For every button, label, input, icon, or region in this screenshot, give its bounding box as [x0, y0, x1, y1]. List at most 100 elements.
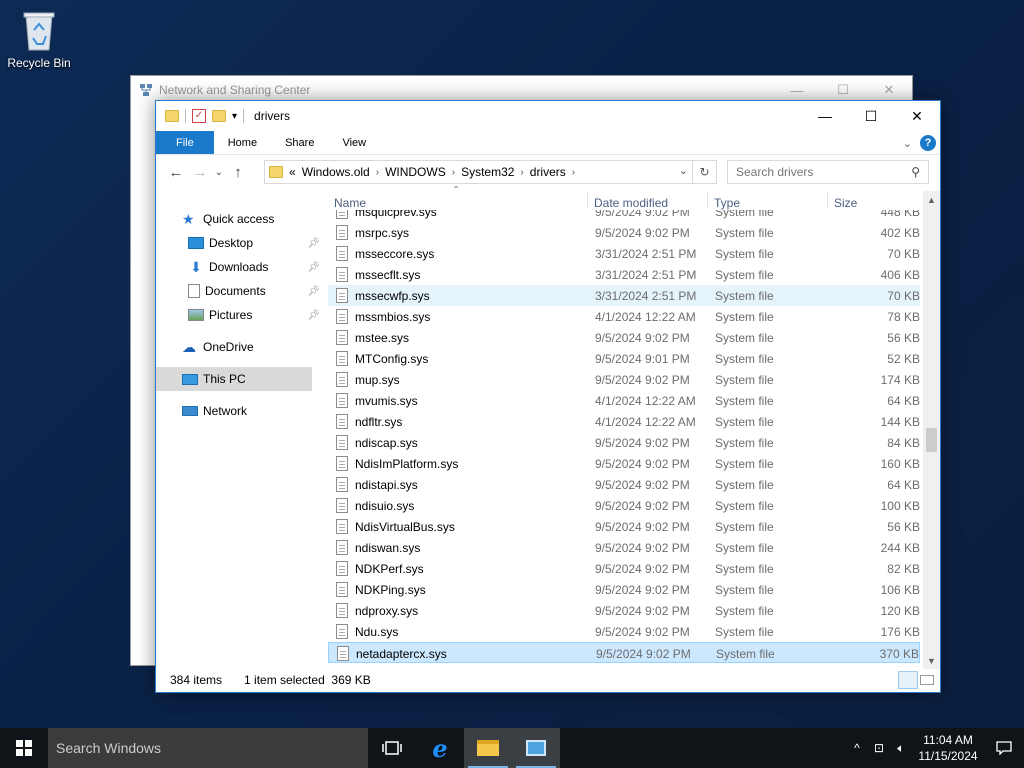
- network-status-icon[interactable]: ⊡: [868, 741, 890, 755]
- chevron-right-icon[interactable]: ›: [452, 167, 455, 178]
- table-row[interactable]: ndisuio.sys 9/5/2024 9:02 PM System file 10…: [328, 495, 920, 516]
- taskbar-search-input[interactable]: Search Windows: [48, 728, 368, 768]
- recent-locations-icon[interactable]: ⌄: [212, 167, 226, 178]
- up-arrow-icon[interactable]: ↑: [226, 164, 250, 181]
- help-icon[interactable]: ?: [920, 135, 936, 151]
- new-folder-icon[interactable]: [212, 110, 226, 122]
- titlebar[interactable]: ✓ ▾ drivers — ☐ ✕: [156, 101, 940, 131]
- scroll-up-icon[interactable]: ▲: [923, 191, 940, 208]
- table-row[interactable]: ndproxy.sys 9/5/2024 9:02 PM System file 12…: [328, 600, 920, 621]
- large-icons-view-icon[interactable]: [920, 675, 934, 685]
- volume-muted-icon[interactable]: 🔈︎: [890, 741, 912, 756]
- desktop-icon: [188, 237, 204, 249]
- table-row[interactable]: ndiscap.sys 9/5/2024 9:02 PM System file 84…: [328, 432, 920, 453]
- system-file-icon: [336, 393, 348, 408]
- column-date-modified[interactable]: Date modified: [594, 196, 668, 210]
- expand-ribbon-icon[interactable]: ⌄: [903, 137, 912, 150]
- refresh-icon[interactable]: ↻: [692, 161, 716, 183]
- tab-file[interactable]: File: [156, 131, 214, 154]
- control-panel-icon: [526, 740, 546, 756]
- table-row[interactable]: ndiswan.sys 9/5/2024 9:02 PM System file 24…: [328, 537, 920, 558]
- chevron-right-icon[interactable]: ›: [572, 167, 575, 178]
- task-view-button[interactable]: [368, 728, 416, 768]
- details-view-icon[interactable]: [898, 671, 918, 689]
- explorer-window[interactable]: ✓ ▾ drivers — ☐ ✕ File Home Share View ⌄…: [155, 100, 941, 693]
- file-name: NDKPerf.sys: [355, 562, 424, 576]
- file-size: 160 KB: [880, 457, 920, 471]
- table-row[interactable]: ndfltr.sys 4/1/2024 12:22 AM System file 14…: [328, 411, 920, 432]
- pin-icon[interactable]: 📌︎: [307, 238, 320, 249]
- nav-pictures[interactable]: Pictures 📌︎: [156, 303, 324, 327]
- table-row[interactable]: msquicprev.sys 9/5/2024 9:02 PM System fil…: [328, 210, 920, 222]
- nav-quick-access[interactable]: ★ Quick access: [156, 207, 324, 231]
- table-row[interactable]: NdisVirtualBus.sys 9/5/2024 9:02 PM System…: [328, 516, 920, 537]
- table-row[interactable]: MTConfig.sys 9/5/2024 9:01 PM System file 5…: [328, 348, 920, 369]
- nav-label: Downloads: [209, 260, 269, 274]
- table-row[interactable]: mssmbios.sys 4/1/2024 12:22 AM System file…: [328, 306, 920, 327]
- address-dropdown-icon[interactable]: ⌄: [679, 164, 688, 177]
- file-explorer-button[interactable]: [464, 728, 512, 768]
- file-size: 106 KB: [880, 583, 920, 597]
- table-row[interactable]: msseccore.sys 3/31/2024 2:51 PM System fil…: [328, 243, 920, 264]
- chevron-right-icon[interactable]: ›: [376, 167, 379, 178]
- forward-arrow-icon[interactable]: →: [188, 164, 212, 181]
- chevron-up-icon[interactable]: ^: [846, 741, 868, 755]
- table-row[interactable]: mup.sys 9/5/2024 9:02 PM System file 174 KB: [328, 369, 920, 390]
- chevron-right-icon[interactable]: ›: [520, 167, 523, 178]
- table-row[interactable]: mstee.sys 9/5/2024 9:02 PM System file 56 K…: [328, 327, 920, 348]
- file-size: 70 KB: [887, 289, 920, 303]
- action-center-button[interactable]: [984, 741, 1024, 755]
- column-name[interactable]: Name: [334, 196, 366, 210]
- breadcrumb-system32[interactable]: System32: [461, 165, 514, 179]
- document-icon: [188, 284, 200, 298]
- properties-icon[interactable]: ✓: [192, 109, 206, 123]
- file-type: System file: [715, 583, 774, 597]
- scroll-down-icon[interactable]: ▼: [923, 652, 940, 669]
- customize-qat-icon[interactable]: ▾: [232, 111, 237, 122]
- nav-documents[interactable]: Documents 📌︎: [156, 279, 324, 303]
- breadcrumb-windows-old[interactable]: Windows.old: [302, 165, 370, 179]
- file-type: System file: [715, 268, 774, 282]
- table-row[interactable]: Ndu.sys 9/5/2024 9:02 PM System file 176 KB: [328, 621, 920, 642]
- tab-share[interactable]: Share: [271, 131, 328, 154]
- tab-view[interactable]: View: [328, 131, 380, 154]
- nav-downloads[interactable]: ⬇ Downloads 📌︎: [156, 255, 324, 279]
- breadcrumb-drivers[interactable]: drivers: [530, 165, 566, 179]
- table-row[interactable]: mssecflt.sys 3/31/2024 2:51 PM System file…: [328, 264, 920, 285]
- column-type[interactable]: Type: [714, 196, 740, 210]
- tab-home[interactable]: Home: [214, 131, 271, 154]
- close-button[interactable]: ✕: [894, 101, 940, 131]
- nav-this-pc[interactable]: This PC: [156, 367, 312, 391]
- breadcrumb-windows[interactable]: WINDOWS: [385, 165, 446, 179]
- breadcrumb[interactable]: « Windows.old › WINDOWS › System32 › dri…: [264, 160, 717, 184]
- scroll-thumb[interactable]: [926, 428, 937, 452]
- table-row[interactable]: ndistapi.sys 9/5/2024 9:02 PM System file 6…: [328, 474, 920, 495]
- table-row[interactable]: msrpc.sys 9/5/2024 9:02 PM System file 402 …: [328, 222, 920, 243]
- clock[interactable]: 11:04 AM 11/15/2024: [912, 732, 984, 764]
- nav-network[interactable]: Network: [156, 399, 324, 423]
- start-button[interactable]: [0, 728, 48, 768]
- vertical-scrollbar[interactable]: ▲ ▼: [923, 191, 940, 669]
- table-row[interactable]: mvumis.sys 4/1/2024 12:22 AM System file 64…: [328, 390, 920, 411]
- control-panel-button[interactable]: [512, 728, 560, 768]
- table-row[interactable]: NdisImPlatform.sys 9/5/2024 9:02 PM System…: [328, 453, 920, 474]
- taskbar: Search Windows e ^ ⊡ 🔈︎ 11:04 AM 11/15/2…: [0, 728, 1024, 768]
- nav-onedrive[interactable]: ☁ OneDrive: [156, 335, 324, 359]
- minimize-button[interactable]: —: [802, 101, 848, 131]
- clock-date: 11/15/2024: [918, 749, 978, 763]
- back-arrow-icon[interactable]: ←: [164, 164, 188, 181]
- pin-icon[interactable]: 📌︎: [307, 262, 320, 273]
- edge-button[interactable]: e: [416, 728, 464, 768]
- pin-icon[interactable]: 📌︎: [307, 310, 320, 321]
- table-row[interactable]: netadaptercx.sys 9/5/2024 9:02 PM System f…: [328, 642, 920, 663]
- column-size[interactable]: Size: [834, 196, 857, 210]
- search-input[interactable]: Search drivers ⚲: [727, 160, 929, 184]
- recycle-bin-shortcut[interactable]: Recycle Bin: [4, 6, 74, 70]
- nav-desktop[interactable]: Desktop 📌︎: [156, 231, 324, 255]
- table-row[interactable]: mssecwfp.sys 3/31/2024 2:51 PM System file…: [328, 285, 920, 306]
- table-row[interactable]: NDKPing.sys 9/5/2024 9:02 PM System file 10…: [328, 579, 920, 600]
- pin-icon[interactable]: 📌︎: [307, 286, 320, 297]
- table-row[interactable]: NDKPerf.sys 9/5/2024 9:02 PM System file 82…: [328, 558, 920, 579]
- maximize-button[interactable]: ☐: [848, 101, 894, 131]
- breadcrumb-overflow[interactable]: «: [289, 165, 296, 179]
